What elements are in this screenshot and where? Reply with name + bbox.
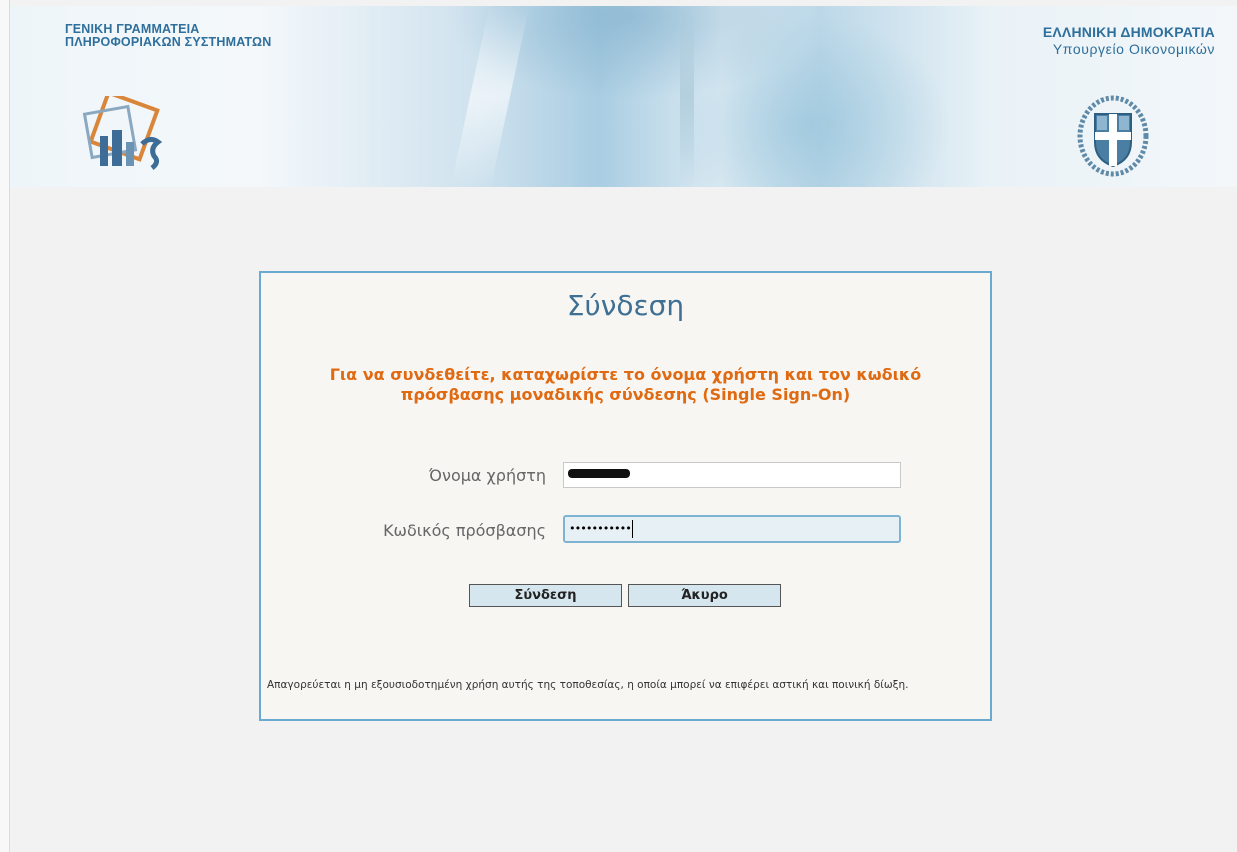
- login-page: ΓΕΝΙΚΗ ΓΡΑΜΜΑΤΕΙΑ ΠΛΗΡΟΦΟΡΙΑΚΩΝ ΣΥΣΤΗΜΑΤ…: [0, 0, 1237, 852]
- org-name-right-line1: ΕΛΛΗΝΙΚΗ ΔΗΜΟΚΡΑΤΙΑ: [1042, 24, 1215, 40]
- cancel-button[interactable]: Άκυρο: [628, 584, 781, 607]
- org-name-left-line2: ΠΛΗΡΟΦΟΡΙΑΚΩΝ ΣΥΣΤΗΜΑΤΩΝ: [65, 35, 272, 49]
- org-name-left: ΓΕΝΙΚΗ ΓΡΑΜΜΑΤΕΙΑ ΠΛΗΡΟΦΟΡΙΑΚΩΝ ΣΥΣΤΗΜΑΤ…: [65, 23, 272, 49]
- org-name-right: ΕΛΛΗΝΙΚΗ ΔΗΜΟΚΡΑΤΙΑ Υπουργείο Οικονομικώ…: [1043, 24, 1215, 57]
- login-panel: Σύνδεση Για να συνδεθείτε, καταχωρίστε τ…: [259, 271, 992, 721]
- text-caret: [631, 520, 633, 538]
- login-title: Σύνδεση: [566, 289, 685, 322]
- legal-disclaimer: Απαγορεύεται η μη εξουσιοδοτημένη χρήση …: [267, 679, 909, 691]
- username-label: Όνομα χρήστη: [429, 466, 546, 485]
- greek-emblem-icon: [1077, 95, 1149, 177]
- username-input[interactable]: [563, 462, 901, 488]
- password-label: Κωδικός πρόσβασης: [383, 521, 546, 540]
- window-left-edge: [0, 0, 10, 852]
- login-button[interactable]: Σύνδεση: [469, 584, 622, 607]
- gsis-logo-icon: [82, 96, 163, 170]
- redacted-username: [568, 469, 630, 478]
- org-name-right-line2: Υπουργείο Οικονομικών: [1052, 41, 1215, 57]
- password-value: •••••••••••: [569, 522, 632, 535]
- password-input[interactable]: •••••••••••: [563, 515, 901, 543]
- login-instructions: Για να συνδεθείτε, καταχωρίστε το όνομα …: [329, 365, 922, 404]
- banner-decoration: [450, 6, 530, 187]
- banner-decoration: [680, 6, 694, 187]
- header-banner: ΓΕΝΙΚΗ ΓΡΑΜΜΑΤΕΙΑ ΠΛΗΡΟΦΟΡΙΑΚΩΝ ΣΥΣΤΗΜΑΤ…: [10, 6, 1237, 187]
